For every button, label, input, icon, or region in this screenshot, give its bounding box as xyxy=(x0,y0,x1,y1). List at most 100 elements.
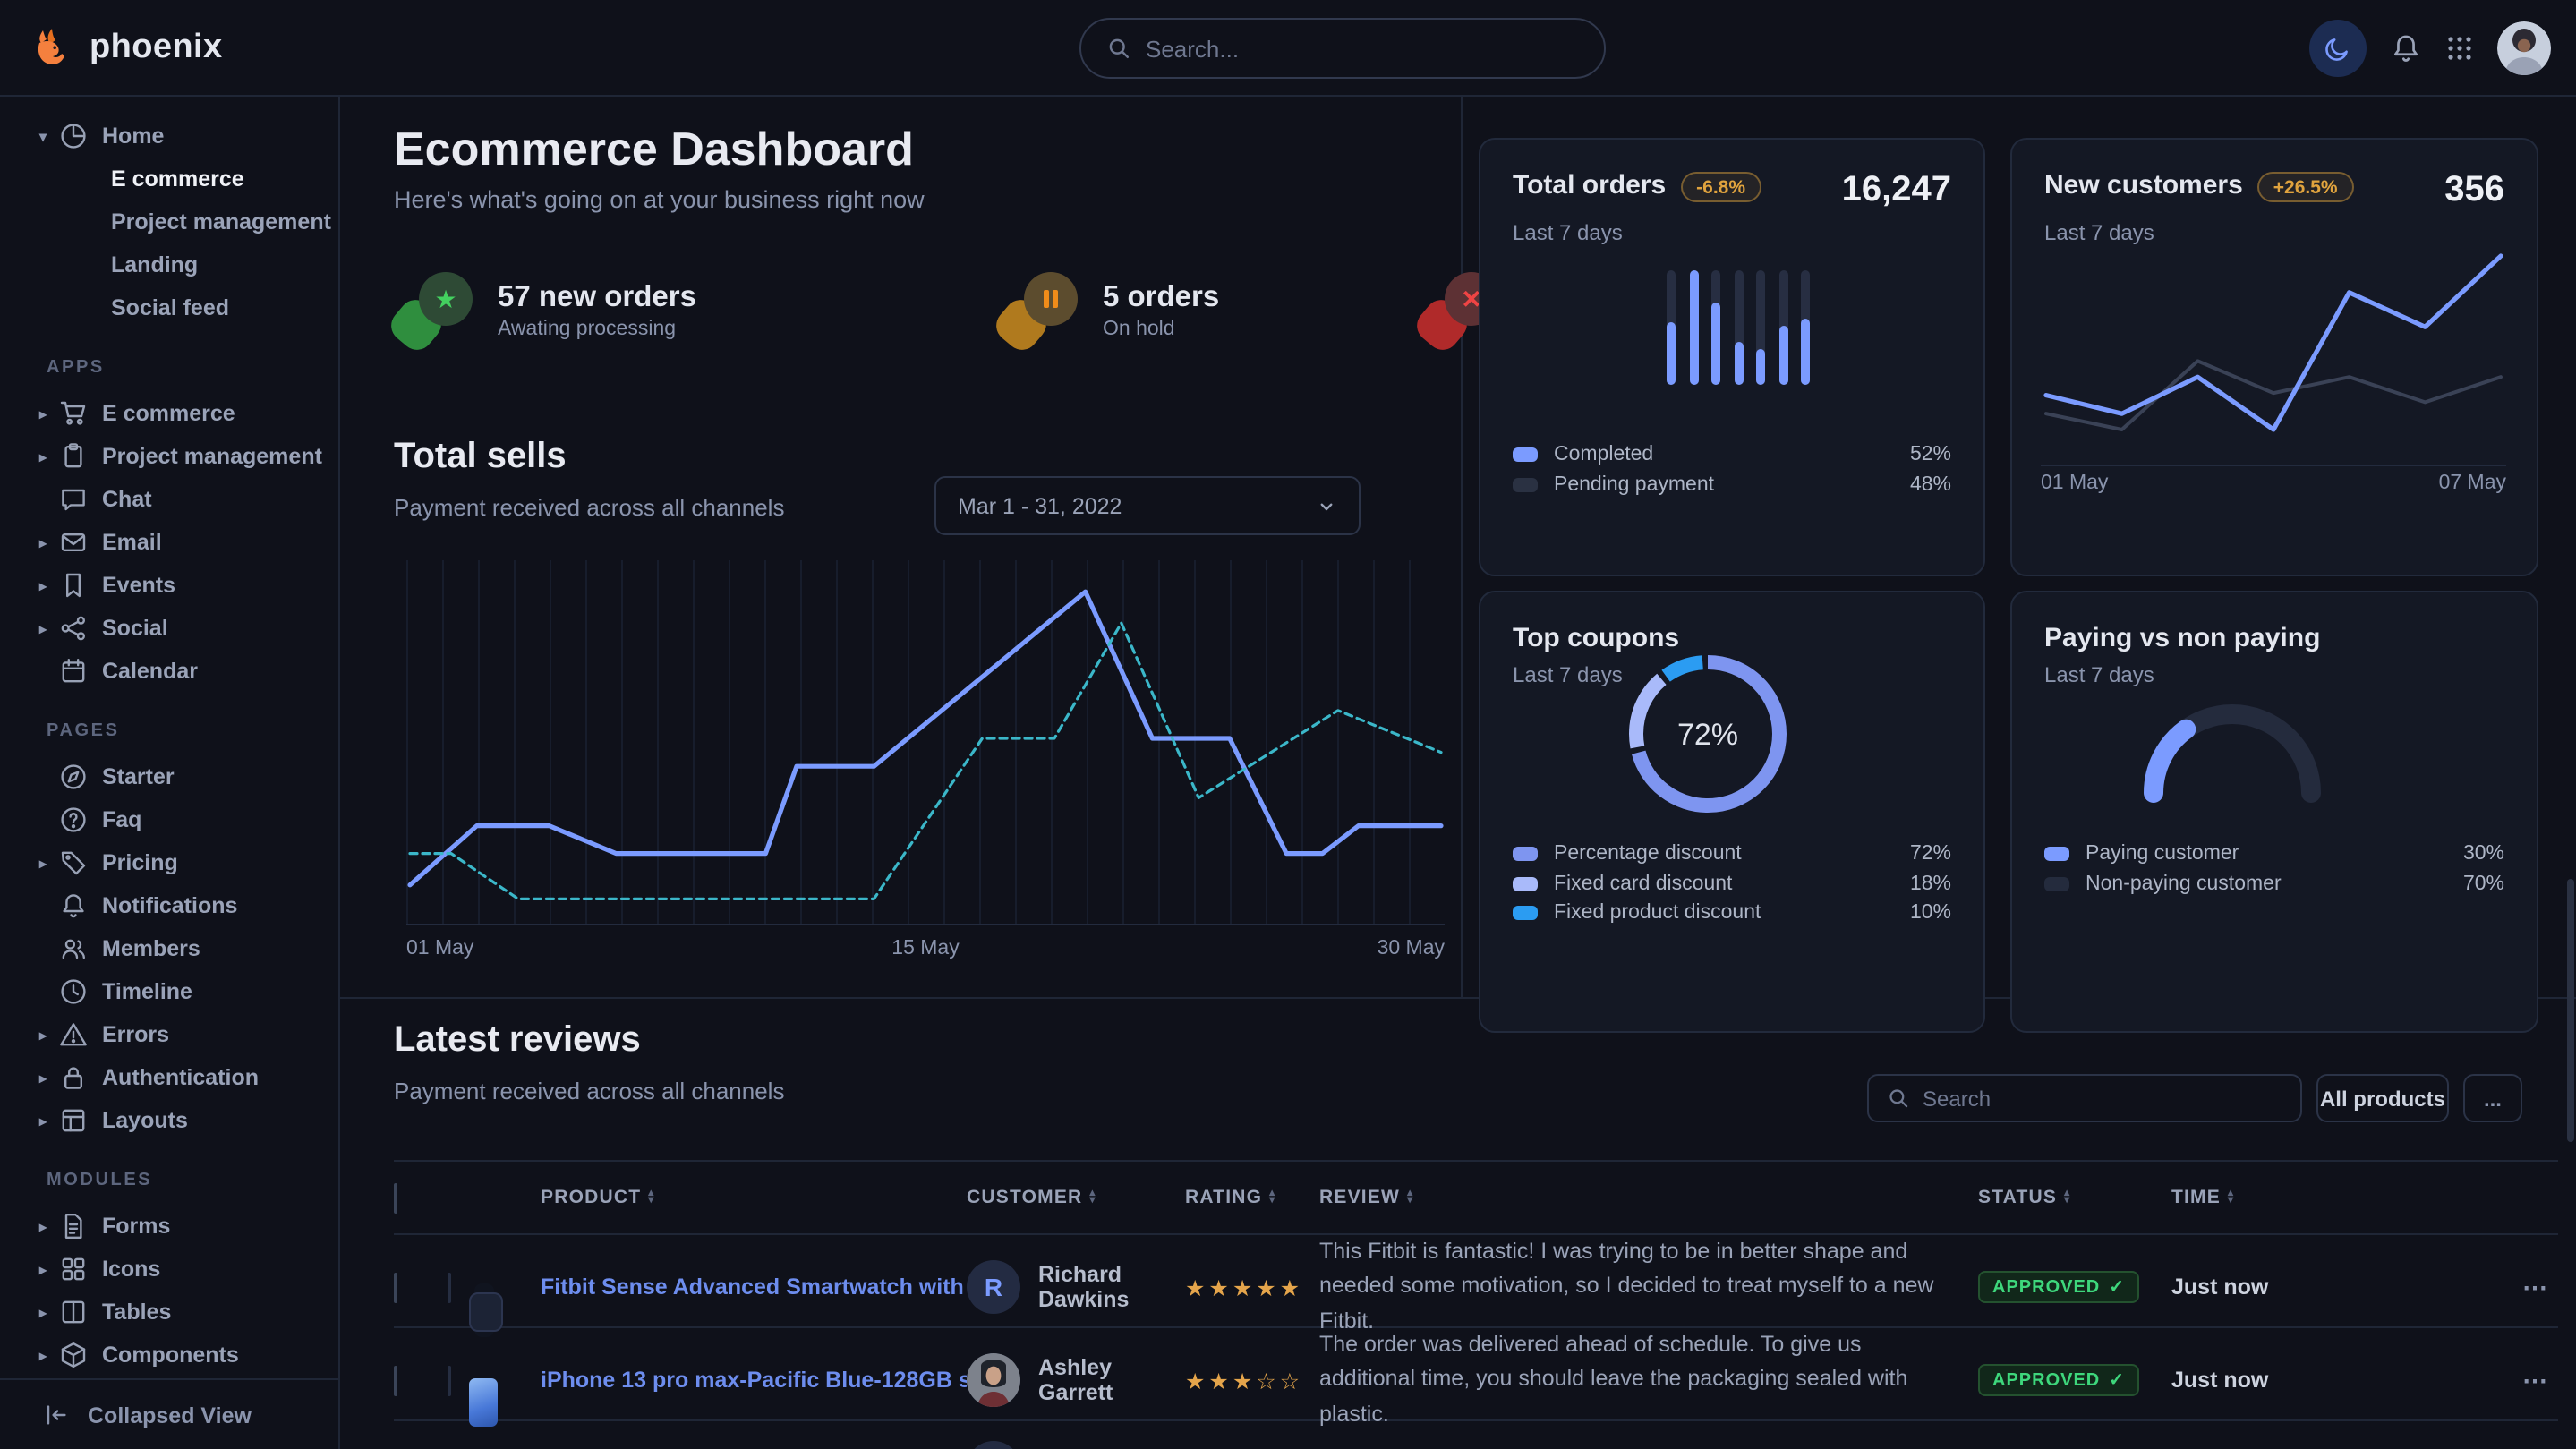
trend-badge: -6.8% xyxy=(1680,172,1761,202)
user-avatar[interactable] xyxy=(2497,21,2551,75)
sidebar-item-errors[interactable]: ▸Errors xyxy=(0,1013,338,1056)
sidebar-item-label: Tables xyxy=(102,1300,171,1325)
sort-icon: ▴▾ xyxy=(1089,1190,1096,1205)
sidebar-item-starter[interactable]: Starter xyxy=(0,755,338,798)
product-link[interactable]: Fitbit Sense Advanced Smartwatch with To… xyxy=(541,1274,967,1300)
reviews-search-input[interactable] xyxy=(1923,1086,2282,1111)
collapsed-view-toggle[interactable]: Collapsed View xyxy=(0,1378,338,1449)
product-link[interactable]: iPhone 13 pro max-Pacific Blue-128GB sto… xyxy=(541,1368,967,1393)
sidebar-item-tables[interactable]: ▸Tables xyxy=(0,1291,338,1334)
warning-icon xyxy=(59,1020,88,1049)
sidebar-item-timeline[interactable]: Timeline xyxy=(0,970,338,1013)
theme-toggle-button[interactable] xyxy=(2309,20,2367,77)
column-header-time[interactable]: TIME▴▾ xyxy=(2171,1187,2372,1208)
sidebar-item-social[interactable]: ▸Social xyxy=(0,607,338,650)
row-menu-button[interactable]: ⋯ xyxy=(2372,1272,2558,1302)
sidebar-item-label: E commerce xyxy=(111,166,244,192)
row-menu-button[interactable]: ⋯ xyxy=(2372,1365,2558,1395)
column-header-review[interactable]: REVIEW▴▾ xyxy=(1319,1187,1978,1208)
product-thumbnail-watch[interactable] xyxy=(448,1272,451,1302)
column-header-product[interactable]: PRODUCT▴▾ xyxy=(541,1187,967,1208)
notifications-button[interactable] xyxy=(2390,32,2422,64)
sidebar-item-email[interactable]: ▸Email xyxy=(0,521,338,564)
sidebar-item-label: Chat xyxy=(102,487,152,512)
caret-icon: ▸ xyxy=(39,1261,59,1277)
sidebar-item-calendar[interactable]: Calendar xyxy=(0,650,338,693)
sidebar-item-label: Events xyxy=(102,573,175,598)
apps-grid-button[interactable] xyxy=(2445,34,2474,63)
sidebar-item-components[interactable]: ▸Components xyxy=(0,1334,338,1377)
sidebar-item-icons[interactable]: ▸Icons xyxy=(0,1248,338,1291)
x-axis-label: 01 May xyxy=(406,938,473,959)
sidebar-item-notifications[interactable]: Notifications xyxy=(0,884,338,927)
svg-text:72%: 72% xyxy=(1677,718,1738,752)
trend-badge: +26.5% xyxy=(2257,172,2354,202)
sidebar-item-project-management[interactable]: ▸Project management xyxy=(0,435,338,478)
column-header-rating[interactable]: RATING▴▾ xyxy=(1185,1187,1319,1208)
legend-value: 72% xyxy=(1910,844,1951,865)
row-checkbox[interactable] xyxy=(394,1365,397,1395)
sidebar-item-events[interactable]: ▸Events xyxy=(0,564,338,607)
sidebar-item-e-commerce[interactable]: E commerce xyxy=(0,158,338,200)
sidebar-item-chat[interactable]: Chat xyxy=(0,478,338,521)
select-all-checkbox[interactable] xyxy=(394,1182,397,1213)
box-icon xyxy=(59,1341,88,1369)
date-range-select[interactable]: Mar 1 - 31, 2022 xyxy=(934,476,1361,535)
sidebar-item-authentication[interactable]: ▸Authentication xyxy=(0,1056,338,1099)
brand[interactable]: phoenix xyxy=(0,24,223,71)
card-top-coupons: Top coupons Last 7 days 72% Percentage d… xyxy=(1479,591,1985,1033)
table-header-row: PRODUCT▴▾CUSTOMER▴▾RATING▴▾REVIEW▴▾STATU… xyxy=(394,1160,2558,1235)
scrollbar-thumb[interactable] xyxy=(2567,879,2574,1142)
stat-item-1: ★57 new ordersAwating processing xyxy=(394,272,696,347)
legend-value: 70% xyxy=(2463,874,2504,895)
sidebar-item-home[interactable]: ▾Home xyxy=(0,115,338,158)
navbar-search[interactable] xyxy=(1079,18,1606,79)
phoenix-logo-icon xyxy=(29,24,75,71)
sidebar-item-forms[interactable]: ▸Forms xyxy=(0,1205,338,1248)
legend-swatch xyxy=(1513,848,1538,862)
bar xyxy=(1734,270,1743,385)
sidebar-item-members[interactable]: Members xyxy=(0,927,338,970)
stat-value: 57 new orders xyxy=(498,280,696,314)
reviews-search[interactable] xyxy=(1867,1074,2302,1122)
sidebar-item-pricing[interactable]: ▸Pricing xyxy=(0,841,338,884)
clipboard-icon xyxy=(59,442,88,471)
column-header-customer[interactable]: CUSTOMER▴▾ xyxy=(967,1187,1185,1208)
card-new-customers: New customers +26.5% 356 Last 7 days 01 … xyxy=(2010,138,2538,576)
row-checkbox[interactable] xyxy=(394,1272,397,1302)
time-cell: Just now xyxy=(2171,1274,2372,1300)
sidebar-item-social-feed[interactable]: Social feed xyxy=(0,286,338,329)
bar xyxy=(1756,270,1765,385)
column-header-status[interactable]: STATUS▴▾ xyxy=(1978,1187,2171,1208)
sidebar-item-e-commerce[interactable]: ▸E commerce xyxy=(0,392,338,435)
caret-icon: ▸ xyxy=(39,534,59,550)
x-axis-label: 30 May xyxy=(1378,938,1445,959)
review-text: This Fitbit is fantastic! I was trying t… xyxy=(1319,1235,1978,1339)
sidebar-item-layouts[interactable]: ▸Layouts xyxy=(0,1099,338,1142)
stat-value: 5 orders xyxy=(1103,280,1219,314)
customer-cell: Ashley Garrett xyxy=(967,1353,1185,1407)
total-sells-title: Total sells xyxy=(394,437,567,478)
sidebar-item-faq[interactable]: Faq xyxy=(0,798,338,841)
customer-cell: RRichard Dawkins xyxy=(967,1260,1185,1314)
all-products-button[interactable]: All products xyxy=(2316,1074,2449,1122)
sidebar-item-project-management[interactable]: Project management xyxy=(0,200,338,243)
main-content: Ecommerce Dashboard Here's what's going … xyxy=(340,97,2576,1449)
legend-item: Completed52% xyxy=(1513,440,1951,470)
row-checkbox-cell xyxy=(394,1367,448,1394)
x-axis-label: 01 May xyxy=(2041,473,2108,494)
collapsed-view-label: Collapsed View xyxy=(88,1402,252,1428)
pie-chart-icon xyxy=(59,122,88,150)
page-subtitle: Here's what's going on at your business … xyxy=(394,186,925,213)
row-checkbox-cell xyxy=(394,1274,448,1300)
sort-icon: ▴▾ xyxy=(648,1190,654,1205)
search-input[interactable] xyxy=(1146,35,1579,62)
product-thumbnail-phone[interactable] xyxy=(448,1365,451,1395)
more-options-button[interactable]: ... xyxy=(2463,1074,2522,1122)
check-icon: ✓ xyxy=(2109,1278,2125,1298)
collapse-icon xyxy=(43,1402,70,1428)
table-row: Fitbit Sense Advanced Smartwatch with To… xyxy=(394,1235,2558,1328)
tag-icon xyxy=(59,848,88,877)
sidebar-item-landing[interactable]: Landing xyxy=(0,243,338,286)
card-title: New customers xyxy=(2044,170,2243,200)
